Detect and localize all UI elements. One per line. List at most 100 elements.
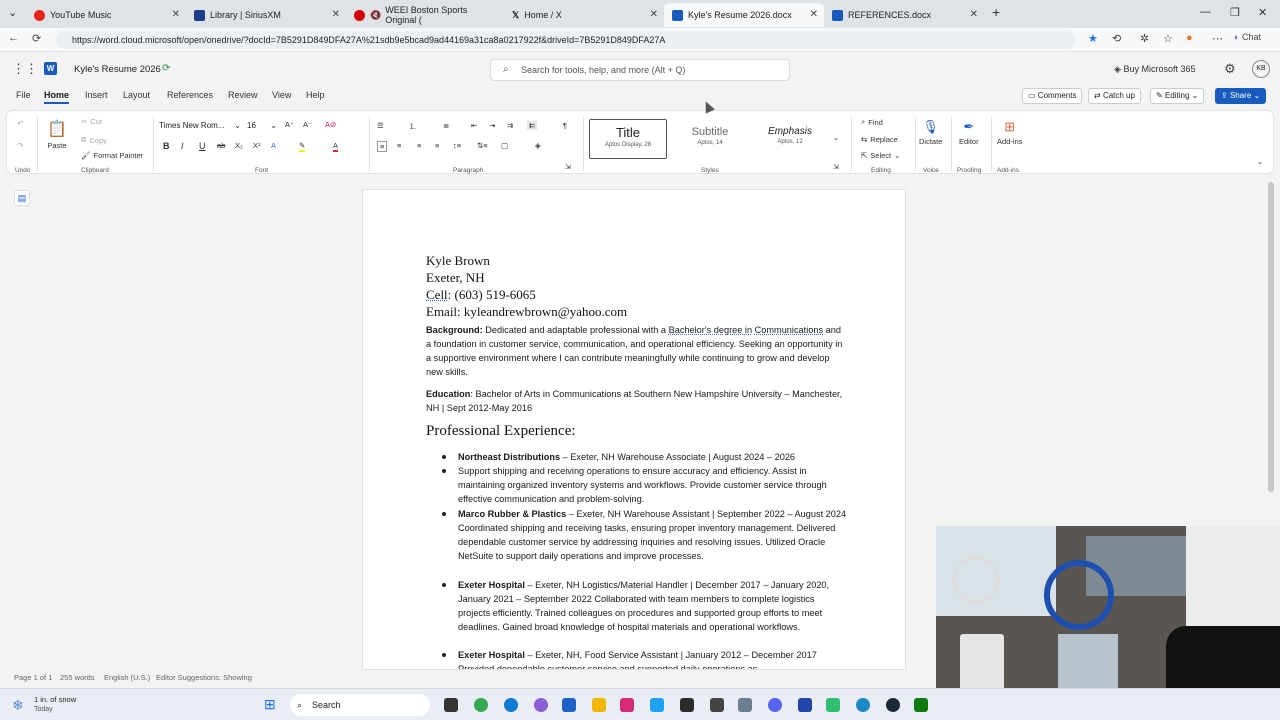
find-button[interactable]: ⌕ Find xyxy=(861,117,883,127)
tab-x-home[interactable]: 𝕏 Home / X ✕ xyxy=(504,3,664,27)
muted-speaker-icon[interactable]: 🔇 xyxy=(370,10,381,21)
style-subtitle[interactable]: Subtitle Aptos, 14 xyxy=(671,119,749,159)
weather-text[interactable]: 1 in. of snow xyxy=(34,695,76,704)
format-painter-button[interactable]: 🖌 Format Painter xyxy=(81,151,143,160)
copilot-icon[interactable] xyxy=(534,698,548,712)
tab-home[interactable]: Home xyxy=(44,90,70,104)
increase-indent-icon[interactable]: ⇥ xyxy=(489,121,495,130)
align-right-icon[interactable]: ≡ xyxy=(417,141,421,150)
replace-button[interactable]: ⇆ Replace xyxy=(861,135,898,144)
borders-icon[interactable]: ▢ xyxy=(501,141,508,150)
back-icon[interactable]: ← xyxy=(8,32,19,44)
app-icon[interactable] xyxy=(856,698,870,712)
tab-view[interactable]: View xyxy=(272,90,291,100)
copy-button[interactable]: ⧉ Copy xyxy=(81,135,107,145)
close-tab-icon[interactable]: ✕ xyxy=(650,9,658,20)
more-menu-icon[interactable]: ⋯ xyxy=(1212,32,1223,45)
tab-youtube-music[interactable]: YouTube Music ✕ xyxy=(26,3,186,27)
file-explorer-icon[interactable] xyxy=(592,698,606,712)
tab-file[interactable]: File xyxy=(16,90,31,100)
tab-kyles-resume[interactable]: Kyle's Resume 2026.docx ✕ xyxy=(664,3,824,27)
paste-button[interactable]: 📋 Paste xyxy=(47,119,67,150)
paragraph-spacing-icon[interactable]: ⇅≡ xyxy=(477,141,488,150)
paragraph-launcher-icon[interactable]: ⇲ xyxy=(565,163,571,171)
ribbon-collapse-chevron-icon[interactable]: ⌄ xyxy=(1257,157,1263,166)
styles-launcher-icon[interactable]: ⇲ xyxy=(833,163,839,171)
favorites-icon[interactable]: ☆ xyxy=(1163,32,1173,45)
tab-references[interactable]: REFERENCES.docx ✕ xyxy=(824,3,984,27)
decrease-indent-icon[interactable]: ⇤ xyxy=(471,121,477,130)
numbering-icon[interactable]: ⒈ xyxy=(409,121,417,132)
highlight-icon[interactable]: ✎ xyxy=(299,141,306,152)
task-view-icon[interactable] xyxy=(444,698,458,712)
taskbar-search[interactable]: ⌕ Search xyxy=(290,694,430,716)
start-windows-icon[interactable]: ⊞ xyxy=(264,696,276,713)
profile-icon[interactable]: ● xyxy=(1186,32,1193,44)
new-tab-button[interactable]: + xyxy=(992,4,1000,20)
rtl-icon[interactable]: ⇇ xyxy=(527,121,538,130)
document-title[interactable]: Kyle's Resume 2026 xyxy=(74,64,161,75)
navigation-pane-icon[interactable]: ▤ xyxy=(14,190,30,206)
select-button[interactable]: ⇱ Select ⌄ xyxy=(861,151,900,160)
font-name-dropdown[interactable]: Times New Rom... ⌄ xyxy=(157,119,241,133)
tab-layout[interactable]: Layout xyxy=(123,90,150,100)
maximize-icon[interactable]: ❐ xyxy=(1230,6,1240,19)
superscript-icon[interactable]: X² xyxy=(253,141,261,150)
style-title[interactable]: Title Aptos Display, 28 xyxy=(589,119,667,159)
app-icon[interactable] xyxy=(798,698,812,712)
close-tab-icon[interactable]: ✕ xyxy=(332,9,340,20)
weather-icon[interactable]: ❄ xyxy=(12,697,24,714)
bullets-icon[interactable]: ☰ xyxy=(377,121,384,130)
style-emphasis[interactable]: Emphasis Aptos, 12 xyxy=(751,119,829,159)
copilot-chat-icon[interactable]: ◐ Chat xyxy=(1234,32,1261,42)
font-size-dropdown[interactable]: 16 ⌄ xyxy=(247,119,277,133)
buy-microsoft-365-button[interactable]: ◈ Buy Microsoft 365 xyxy=(1114,64,1195,75)
tab-references[interactable]: References xyxy=(167,90,213,100)
dictate-button[interactable]: 🎙 Dictate xyxy=(919,119,942,146)
close-window-icon[interactable]: ✕ xyxy=(1258,6,1267,19)
favorite-star-icon[interactable]: ★ xyxy=(1088,32,1098,45)
tab-siriusxm[interactable]: Library | SiriusXM ✕ xyxy=(186,3,346,27)
steam-icon[interactable] xyxy=(886,698,900,712)
bold-icon[interactable]: B xyxy=(163,141,170,151)
redo-icon[interactable]: ↷ xyxy=(17,141,23,150)
justify-icon[interactable]: ≡ xyxy=(435,141,439,150)
line-spacing-icon[interactable]: ↕≡ xyxy=(453,141,461,150)
catch-up-button[interactable]: ⇄ Catch up xyxy=(1088,88,1141,104)
instagram-icon[interactable] xyxy=(620,698,634,712)
font-color-icon[interactable]: A xyxy=(333,141,339,152)
store-icon[interactable] xyxy=(562,698,576,712)
avatar[interactable]: KB xyxy=(1252,60,1270,78)
tab-insert[interactable]: Insert xyxy=(85,90,108,100)
align-center-icon[interactable]: ≡ xyxy=(397,141,401,150)
tab-help[interactable]: Help xyxy=(306,90,325,100)
undo-icon[interactable]: ↶ xyxy=(17,119,23,128)
subscript-icon[interactable]: X₂ xyxy=(235,141,243,150)
settings-gear-icon[interactable]: ⚙ xyxy=(1224,61,1236,77)
add-ins-button[interactable]: ⊞ Add-ins xyxy=(997,119,1022,146)
paragraph-mark-icon[interactable]: ¶ xyxy=(563,121,567,130)
app-launcher-icon[interactable]: ⋮⋮ xyxy=(12,61,38,77)
discord-icon[interactable] xyxy=(768,698,782,712)
align-left-icon[interactable]: ≡ xyxy=(377,141,388,152)
app-icon[interactable] xyxy=(826,698,840,712)
refresh-icon[interactable]: ⟳ xyxy=(32,32,41,45)
tab-weei[interactable]: 🔇 WEEI Boston Sports Original ( xyxy=(346,3,506,27)
twitter-icon[interactable] xyxy=(650,698,664,712)
share-button[interactable]: ⇪ Share ⌄ xyxy=(1215,88,1267,104)
comments-button[interactable]: ▭ Comments xyxy=(1022,88,1083,104)
ltr-icon[interactable]: ⇉ xyxy=(507,121,513,130)
close-tab-icon[interactable]: ✕ xyxy=(172,9,180,20)
document-page[interactable]: Kyle Brown Exeter, NH Cell: (603) 519-60… xyxy=(362,189,906,670)
app-icon[interactable] xyxy=(680,698,694,712)
extensions-icon[interactable]: ⟲ xyxy=(1112,32,1121,45)
close-tab-icon[interactable]: ✕ xyxy=(970,9,978,20)
puzzle-icon[interactable]: ✲ xyxy=(1140,32,1149,45)
close-tab-icon[interactable]: ✕ xyxy=(810,9,818,20)
tab-list-chevron-icon[interactable]: ⌄ xyxy=(8,6,17,19)
clear-formatting-icon[interactable]: A⊘ xyxy=(325,120,336,129)
editor-button[interactable]: ✒ Editor xyxy=(959,119,979,146)
word-count[interactable]: 255 words xyxy=(60,673,95,682)
italic-icon[interactable]: I xyxy=(181,141,184,151)
minimize-icon[interactable]: — xyxy=(1200,6,1211,18)
